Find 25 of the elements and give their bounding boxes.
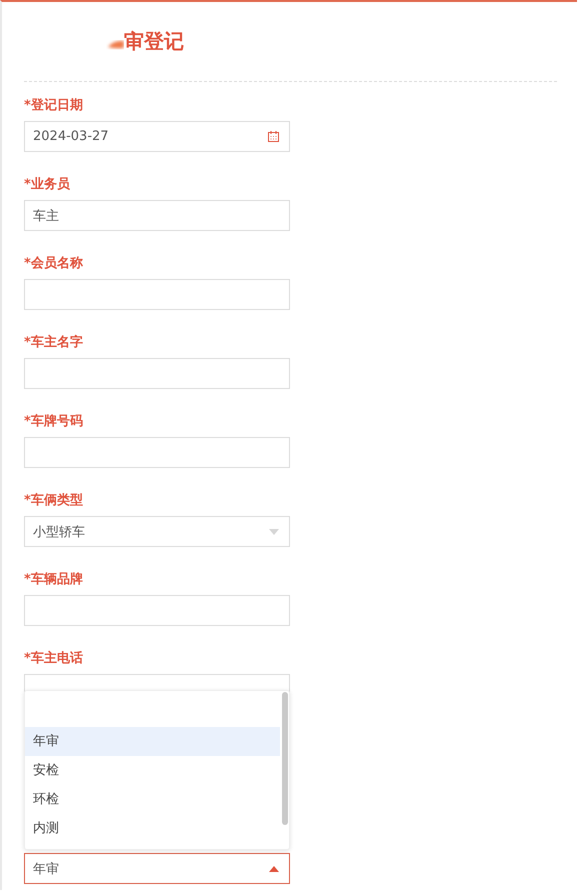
- input-field[interactable]: [24, 437, 290, 468]
- caret-down-icon: [269, 528, 279, 534]
- field-label: *业务员: [24, 176, 71, 194]
- scrollbar[interactable]: [282, 692, 288, 825]
- form-title: 审登记: [124, 28, 184, 55]
- input-field[interactable]: 车主: [24, 200, 290, 231]
- calendar-icon: [268, 131, 279, 142]
- select-field[interactable]: 小型轿车: [24, 516, 290, 547]
- field-label: *车俩类型: [24, 492, 84, 510]
- dropdown-option[interactable]: 环检: [25, 785, 280, 814]
- dropdown-option[interactable]: 安检: [25, 756, 280, 785]
- input-field[interactable]: [24, 279, 290, 310]
- field-label: *车主电话: [24, 650, 84, 668]
- date-field[interactable]: 2024-03-27: [24, 121, 290, 152]
- field-label: *车主名字: [24, 334, 84, 352]
- input-field[interactable]: [24, 595, 290, 626]
- caret-up-icon: [269, 866, 279, 872]
- field-label: *会员名称: [24, 255, 84, 273]
- field-label: *车牌号码: [24, 412, 84, 431]
- field-label: *登记日期: [24, 97, 84, 115]
- dropdown-option[interactable]: 年审: [25, 727, 280, 756]
- input-field[interactable]: [24, 358, 290, 389]
- dropdown-option[interactable]: 内测: [25, 814, 280, 843]
- select-field[interactable]: 年审: [24, 853, 290, 884]
- field-label: *车辆品牌: [24, 570, 84, 589]
